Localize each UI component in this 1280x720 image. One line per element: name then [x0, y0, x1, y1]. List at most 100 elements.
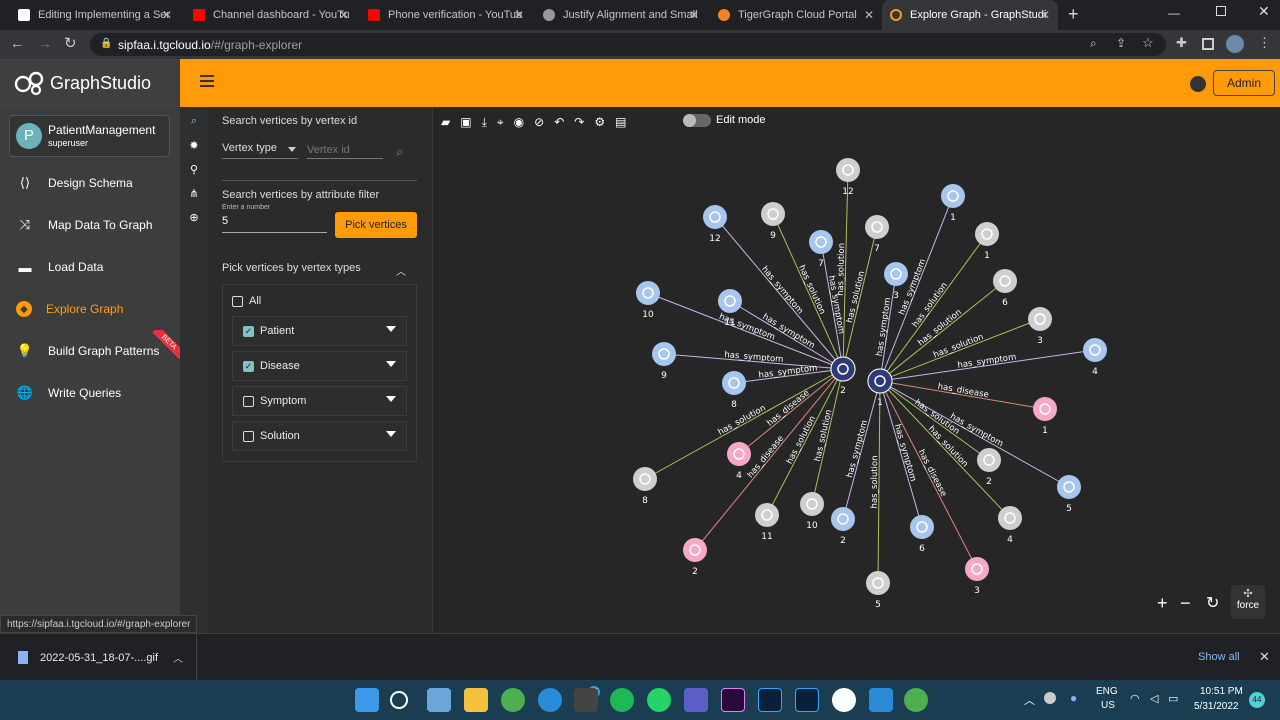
edge-icon[interactable] [538, 688, 562, 712]
windows-start-icon[interactable] [355, 688, 379, 712]
notifications-badge[interactable]: 44 [1249, 692, 1265, 708]
teams-icon[interactable] [684, 688, 708, 712]
graph-vertex-solution[interactable]: 10 [800, 492, 824, 531]
app-icon[interactable] [574, 688, 598, 712]
graph-vertex-solution[interactable]: 6 [993, 269, 1017, 308]
vertex-type-select[interactable]: Vertex type [222, 142, 298, 159]
filter-icon[interactable] [386, 326, 396, 332]
search-icon[interactable]: ⌕ [396, 144, 403, 160]
checkbox-checked[interactable]: ✓ [243, 325, 254, 337]
back-icon[interactable]: ← [10, 35, 24, 51]
graph-selector[interactable]: P PatientManagement superuser [9, 115, 170, 157]
checkbox[interactable] [232, 295, 243, 307]
zoom-out-icon[interactable]: − [1180, 593, 1191, 614]
clock-time[interactable]: 10:51 PM [1200, 686, 1243, 697]
reload-icon[interactable]: ↻ [64, 34, 77, 52]
profile-avatar[interactable] [1226, 35, 1244, 53]
chevron-up-icon[interactable]: ︿ [396, 263, 406, 278]
graph-vertex-solution[interactable]: 7 [865, 215, 889, 254]
photoshop-icon[interactable] [758, 688, 782, 712]
nav-load-data[interactable]: ▬ Load Data [0, 246, 180, 288]
graph-vertex-symptom[interactable]: 12 [703, 205, 727, 244]
search-icon[interactable]: ⌕ [187, 115, 201, 129]
browser-tab[interactable]: Phone verification - YouTub ✕ [360, 0, 532, 30]
nav-explore-graph[interactable]: ◆ Explore Graph [0, 288, 180, 330]
search-icon[interactable] [390, 691, 408, 709]
close-icon[interactable]: ✕ [1040, 8, 1050, 22]
vertex-count-input[interactable]: 5 [222, 215, 327, 233]
bookmark-star-icon[interactable]: ☆ [1142, 35, 1154, 51]
battery-icon[interactable]: ▭ [1168, 692, 1178, 705]
close-icon[interactable]: ✕ [514, 8, 524, 22]
vertex-type-patient[interactable]: ✓ Patient [232, 316, 407, 346]
checkbox-checked[interactable]: ✓ [243, 360, 254, 372]
browser-tab[interactable]: TigerGraph Cloud Portal ✕ [710, 0, 882, 30]
vscode-icon[interactable] [869, 688, 893, 712]
zoom-in-icon[interactable]: + [1157, 593, 1168, 614]
chevron-up-icon[interactable]: ︿ [173, 650, 183, 665]
neighbors-icon[interactable]: ⋔ [187, 187, 201, 201]
vertex-id-input[interactable] [307, 141, 383, 159]
menu-kebab-icon[interactable]: ⋮ [1258, 35, 1271, 51]
graph-vertex-solution[interactable]: 9 [761, 202, 785, 241]
graph-vertex-solution[interactable]: 11 [755, 503, 779, 542]
checkbox-all[interactable]: All [232, 295, 261, 307]
browser-tab-active[interactable]: Explore Graph - GraphStudi ✕ [882, 0, 1058, 30]
region-indicator[interactable]: US [1101, 700, 1115, 711]
app-icon[interactable] [832, 688, 856, 712]
graph-vertex-symptom[interactable]: 8 [722, 371, 746, 410]
checkbox[interactable] [243, 395, 254, 407]
close-icon[interactable]: ✕ [339, 8, 349, 22]
wifi-icon[interactable]: ◠ [1130, 692, 1140, 705]
mic-icon[interactable]: ● [1070, 691, 1077, 705]
nav-design-schema[interactable]: ⟨⟩ Design Schema [0, 162, 180, 204]
graph-vertex-solution[interactable]: 8 [633, 467, 657, 506]
minimize-icon[interactable]: — [1168, 6, 1180, 20]
browser-tab[interactable]: Editing Implementing a Ser ✕ [10, 0, 180, 30]
filter-icon[interactable] [386, 396, 396, 402]
share-page-icon[interactable]: ⇪ [1116, 36, 1126, 50]
global-icon[interactable]: ⊕ [187, 211, 201, 225]
spotify-icon[interactable] [610, 688, 634, 712]
graph-vertex-symptom[interactable]: 10 [636, 281, 660, 320]
graph-vertex-symptom[interactable]: 7 [809, 230, 833, 269]
hamburger-menu-icon[interactable] [200, 75, 214, 87]
path-icon[interactable]: ⚲ [187, 163, 201, 177]
browser-tab[interactable]: Justify Alignment and Small ✕ [535, 0, 707, 30]
vertex-type-disease[interactable]: ✓ Disease [232, 351, 407, 381]
expand-icon[interactable]: ✸ [187, 139, 201, 153]
admin-button[interactable]: Admin [1213, 70, 1275, 96]
graph-canvas[interactable]: ▰ ▣ ⤓ ⌖ ◉ ⊘ ↶ ↷ ⚙ ▤ Edit mode has_sympto… [433, 107, 1280, 633]
nav-build-graph-patterns[interactable]: 💡 Build Graph Patterns BETA [0, 330, 180, 372]
zoom-icon[interactable]: ⌕ [1090, 36, 1097, 51]
graph-vertex-patient[interactable]: 2 [683, 538, 707, 577]
graph-vertex-symptom[interactable]: 5 [1057, 475, 1081, 514]
sidepanel-icon[interactable] [1202, 38, 1214, 50]
vertex-type-solution[interactable]: Solution [232, 421, 407, 451]
address-input[interactable]: 🔒 sipfaa.i.tgcloud.io/#/graph-explorer [90, 33, 1166, 56]
maximize-icon[interactable] [1216, 6, 1226, 16]
graph-vertex-solution[interactable]: 4 [998, 506, 1022, 545]
show-all-button[interactable]: Show all [1198, 651, 1240, 663]
filter-icon[interactable] [386, 431, 396, 437]
close-window-icon[interactable]: ✕ [1258, 3, 1270, 20]
graph-vertex-symptom[interactable]: 6 [910, 515, 934, 554]
task-view-icon[interactable] [427, 688, 451, 712]
graph-vertex-disease[interactable]: 1 [867, 368, 893, 408]
nav-map-data[interactable]: ⤨ Map Data To Graph [0, 204, 180, 246]
vertex-type-symptom[interactable]: Symptom [232, 386, 407, 416]
utorrent-icon[interactable] [904, 688, 928, 712]
new-tab-icon[interactable]: + [1068, 4, 1079, 25]
graph-vertex-solution[interactable]: 1 [975, 222, 999, 261]
close-icon[interactable]: ✕ [864, 8, 874, 22]
graph-vertex-solution[interactable]: 5 [866, 571, 890, 610]
graph-vertex-solution[interactable]: 3 [1028, 307, 1052, 346]
download-filename[interactable]: 2022-05-31_18-07-....gif [40, 652, 158, 664]
filter-icon[interactable] [386, 361, 396, 367]
close-icon[interactable]: ✕ [1259, 649, 1270, 665]
language-indicator[interactable]: ENG [1096, 686, 1118, 697]
graph-vertex-symptom[interactable]: 4 [1083, 338, 1107, 377]
cloud-icon[interactable] [1044, 692, 1056, 704]
premiere-icon[interactable] [721, 688, 745, 712]
graph-vertex-patient[interactable]: 1 [1033, 397, 1057, 436]
